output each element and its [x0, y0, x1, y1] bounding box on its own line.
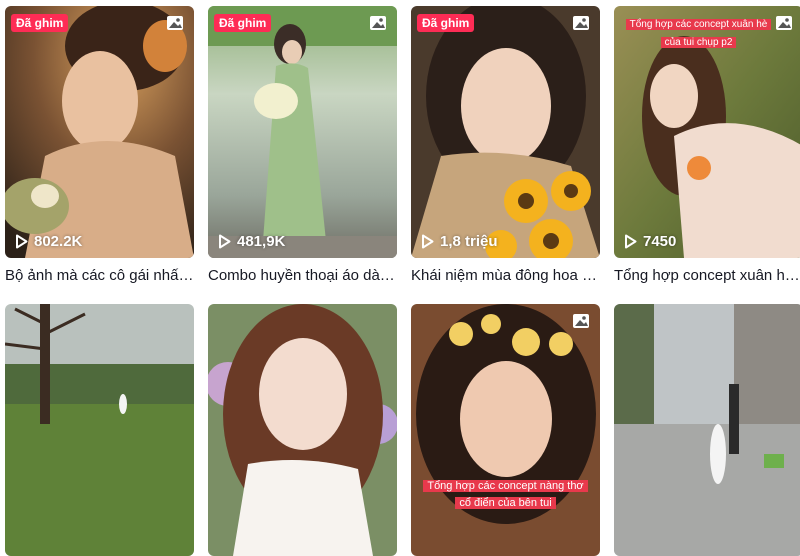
play-icon [16, 234, 28, 249]
thumbnail-image [411, 6, 600, 258]
video-card-7[interactable]: Tổng hợp các concept nàng thơ cổ điển củ… [411, 304, 600, 556]
thumbnail-image [411, 304, 600, 556]
video-thumbnail[interactable] [5, 304, 194, 556]
photo-carousel-icon [370, 16, 386, 30]
view-count: 481,9K [218, 233, 285, 250]
pinned-badge: Đã ghim [11, 14, 69, 32]
video-thumbnail[interactable]: Đã ghim 481,9K [208, 6, 397, 258]
photo-carousel-icon [573, 16, 589, 30]
overlay-text: Tổng hợp các concept nàng thơ cổ điển củ… [423, 480, 588, 509]
video-thumbnail[interactable]: Đã ghim 1,8 triệu [411, 6, 600, 258]
thumbnail-image [5, 304, 194, 556]
video-text-overlay: Tổng hợp các concept xuân hè của tui chụ… [624, 14, 773, 50]
video-caption[interactable]: Khái niệm mùa đông hoa hướng dương [411, 266, 600, 286]
thumbnail-image [208, 6, 397, 258]
video-caption[interactable]: Combo huyền thoại áo dài xanh ven hồ [208, 266, 397, 286]
video-thumbnail[interactable] [614, 304, 800, 556]
photo-carousel-icon [776, 16, 792, 30]
video-thumbnail[interactable]: Tổng hợp các concept nàng thơ cổ điển củ… [411, 304, 600, 556]
photo-carousel-icon [167, 16, 183, 30]
play-icon [625, 234, 637, 249]
video-card-1[interactable]: Đã ghim 802.2K Bộ ảnh mà các cô gái nhất… [5, 6, 194, 286]
thumbnail-image [5, 6, 194, 258]
thumbnail-image [614, 304, 800, 556]
video-thumbnail[interactable]: Đã ghim 802.2K [5, 6, 194, 258]
view-count: 802.2K [15, 233, 82, 250]
play-icon [219, 234, 231, 249]
pinned-badge: Đã ghim [417, 14, 475, 32]
pinned-badge: Đã ghim [214, 14, 272, 32]
view-count-value: 1,8 triệu [440, 233, 498, 250]
video-caption[interactable]: Tổng hợp concept xuân hè của tui chụp p2 [614, 266, 800, 286]
view-count-value: 802.2K [34, 233, 83, 250]
video-card-8[interactable] [614, 304, 800, 556]
video-card-3[interactable]: Đã ghim 1,8 triệu Khái niệm mùa đông hoa… [411, 6, 600, 286]
view-count: 7450 [624, 233, 676, 250]
photo-carousel-icon [573, 314, 589, 328]
view-count-value: 7450 [643, 233, 677, 250]
video-text-overlay: Tổng hợp các concept nàng thơ cổ điển củ… [421, 477, 590, 511]
video-caption[interactable]: Bộ ảnh mà các cô gái nhất định phải chụp… [5, 266, 194, 286]
thumbnail-image [208, 304, 397, 556]
video-card-4[interactable]: Tổng hợp các concept xuân hè của tui chụ… [614, 6, 800, 286]
overlay-text: Tổng hợp các concept xuân hè của tui chụ… [625, 19, 772, 48]
video-thumbnail[interactable]: Tổng hợp các concept xuân hè của tui chụ… [614, 6, 800, 258]
video-thumbnail[interactable] [208, 304, 397, 556]
video-card-2[interactable]: Đã ghim 481,9K Combo huyền thoại áo dài … [208, 6, 397, 286]
video-card-6[interactable] [208, 304, 397, 556]
view-count: 1,8 triệu [421, 233, 498, 250]
play-icon [422, 234, 434, 249]
video-card-5[interactable] [5, 304, 194, 556]
view-count-value: 481,9K [237, 233, 286, 250]
